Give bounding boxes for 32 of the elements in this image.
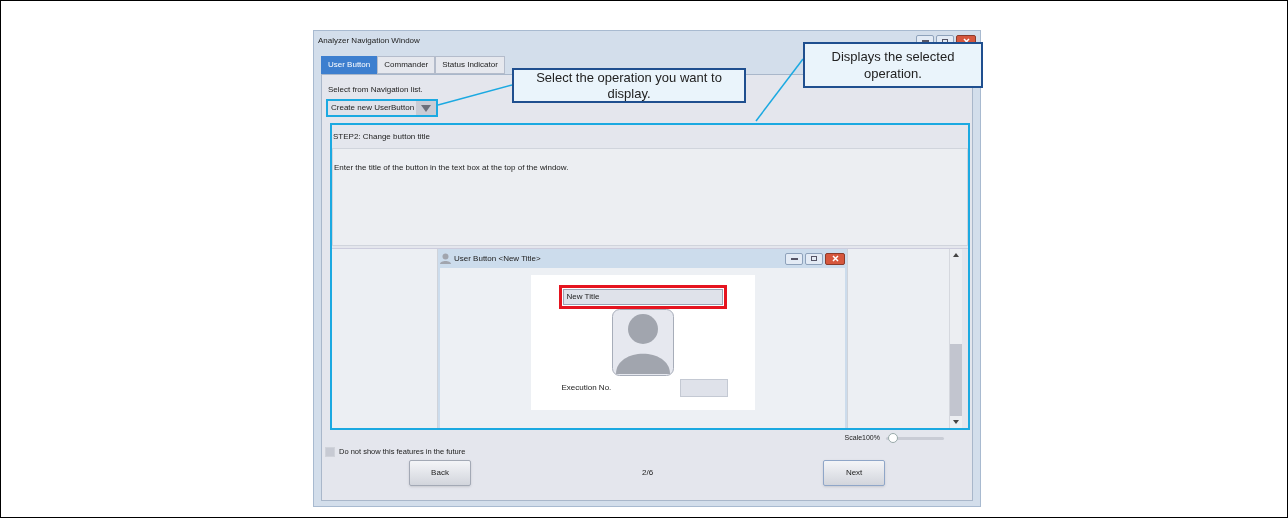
- scale-slider[interactable]: [886, 433, 944, 443]
- tab[interactable]: Commander: [377, 56, 436, 74]
- caret-icon: [421, 104, 431, 112]
- close-button[interactable]: [825, 252, 845, 265]
- down-arrow-icon: [953, 420, 959, 424]
- next-button[interactable]: Next: [823, 460, 886, 487]
- page-indicator: 2/6: [642, 467, 654, 480]
- scrollbar[interactable]: [949, 249, 962, 428]
- callout-tooltip: Select the operation you want to display.: [512, 68, 746, 103]
- execution-label: Execution No.: [561, 382, 612, 394]
- navigation-label: Select from Navigation list.: [328, 84, 423, 96]
- scroll-thumb[interactable]: [950, 344, 962, 416]
- tab[interactable]: User Button: [321, 56, 378, 74]
- preview-window-title: User Button <New Title>: [454, 252, 541, 265]
- close-icon: [831, 255, 839, 262]
- slider-thumb[interactable]: [888, 433, 899, 443]
- checkbox[interactable]: [325, 446, 335, 457]
- step-title: STEP2: Change button title: [333, 130, 430, 143]
- maximize-button[interactable]: [805, 252, 823, 265]
- minimize-button[interactable]: [785, 252, 803, 265]
- callout-tooltip: Displays the selected operation.: [803, 42, 983, 88]
- up-arrow-icon: [953, 253, 959, 257]
- window-title: Analyzer Navigation Window: [318, 35, 420, 47]
- tab[interactable]: Status Indicator: [435, 56, 505, 74]
- leader-line: [755, 58, 804, 122]
- user-icon: [440, 253, 451, 264]
- step-description: Enter the title of the button in the text box at the top of the window.: [334, 163, 569, 172]
- title-field[interactable]: New Title: [562, 289, 723, 305]
- back-button[interactable]: Back: [409, 460, 471, 487]
- execution-field[interactable]: [679, 379, 728, 397]
- navigation-dropdown[interactable]: Create new UserButton: [326, 99, 438, 117]
- avatar-icon: [611, 309, 674, 376]
